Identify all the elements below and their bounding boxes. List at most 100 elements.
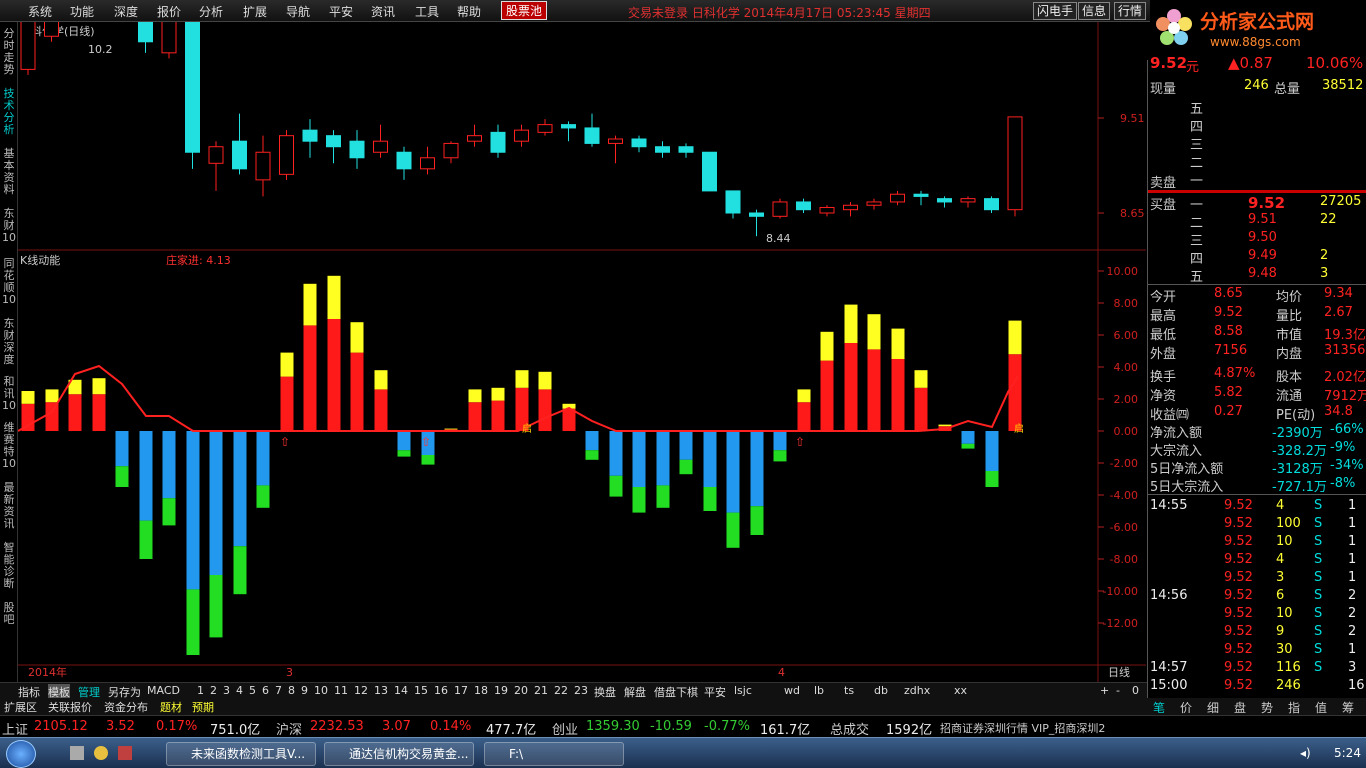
indicator-tab[interactable]: ts — [844, 684, 854, 697]
vol-total-label: 总量 — [1274, 82, 1301, 97]
ext-tab[interactable]: 题材 — [160, 699, 182, 715]
left-tab-4[interactable]: 同花顺10 — [1, 258, 17, 306]
menu-8[interactable]: 资讯 — [371, 3, 395, 20]
quote-unit: 元 — [1186, 60, 1200, 75]
zoom-button[interactable]: 0 — [1132, 684, 1139, 697]
start-button[interactable] — [6, 740, 36, 768]
menu-7[interactable]: 平安 — [329, 3, 353, 20]
indicator-tab[interactable]: 10 — [314, 684, 328, 697]
indicator-tab[interactable]: xx — [954, 684, 967, 697]
indicator-tab[interactable]: 11 — [334, 684, 348, 697]
top-button-2[interactable]: 行情 — [1114, 2, 1147, 20]
left-tab-0[interactable]: 分时走势 — [1, 28, 17, 76]
indicator-tab[interactable]: MACD — [147, 684, 180, 697]
menu-9[interactable]: 工具 — [415, 3, 439, 20]
left-tab-7[interactable]: 维赛特10 — [1, 422, 17, 470]
right-tab[interactable]: 势 — [1261, 699, 1273, 716]
left-tab-5[interactable]: 东财深度 — [1, 318, 17, 366]
indicator-tab[interactable]: lb — [814, 684, 824, 697]
momentum-bar — [186, 431, 200, 655]
menu-3[interactable]: 报价 — [157, 3, 181, 20]
left-tab-10[interactable]: 股吧 — [1, 602, 17, 626]
left-tab-1[interactable]: 技术分析 — [1, 88, 17, 136]
right-tab[interactable]: 盘 — [1234, 699, 1246, 716]
right-tab[interactable]: 值 — [1315, 699, 1327, 716]
momentum-bar — [468, 389, 482, 431]
indicator-tab[interactable]: 8 — [288, 684, 295, 697]
menu-5[interactable]: 扩展 — [243, 3, 267, 20]
zoom-button[interactable]: - — [1116, 684, 1120, 697]
menu-4[interactable]: 分析 — [199, 3, 223, 20]
momentum-bar — [139, 431, 153, 559]
indicator-tab[interactable]: lsjc — [734, 684, 752, 697]
left-tab-8[interactable]: 最新资讯 — [1, 482, 17, 530]
indicator-tab[interactable]: 1 — [197, 684, 204, 697]
taskbar-item[interactable]: F:\ — [484, 742, 624, 766]
indicator-tab[interactable]: 9 — [301, 684, 308, 697]
indicator-tab[interactable]: wd — [784, 684, 800, 697]
left-tab-9[interactable]: 智能诊断 — [1, 542, 17, 590]
indicator-tab[interactable]: 5 — [249, 684, 256, 697]
indicator-tab[interactable]: 2 — [210, 684, 217, 697]
browser-icon[interactable] — [94, 746, 108, 760]
indicator-tab[interactable]: zdhx — [904, 684, 930, 697]
menu-2[interactable]: 深度 — [114, 3, 138, 20]
tick-price: 9.52 — [1224, 552, 1253, 567]
indicator-tab[interactable]: 12 — [354, 684, 368, 697]
indicator-tab[interactable]: 15 — [414, 684, 428, 697]
top-button-1[interactable]: 信息 — [1078, 2, 1111, 20]
tick-count: 1 — [1348, 570, 1357, 585]
app-icon[interactable] — [118, 746, 132, 760]
indicator-tab[interactable]: 18 — [474, 684, 488, 697]
indicator-tab[interactable]: 7 — [275, 684, 282, 697]
right-tab[interactable]: 筹 — [1342, 699, 1354, 716]
right-tab[interactable]: 指 — [1288, 699, 1300, 716]
indicator-tab[interactable]: 20 — [514, 684, 528, 697]
show-desktop-icon[interactable] — [70, 746, 84, 760]
menu-1[interactable]: 功能 — [70, 3, 94, 20]
chart-area[interactable]: 日科化学(日线) 10.2 8.44 9.518.65 K线动能 庄家进: 4.… — [17, 0, 1146, 682]
tick-price: 9.52 — [1224, 570, 1253, 585]
momentum-bar — [985, 431, 999, 487]
ext-tab[interactable]: 资金分布 — [104, 699, 148, 715]
right-tab[interactable]: 价 — [1180, 699, 1192, 716]
taskbar-item[interactable]: 未来函数检测工具V... — [166, 742, 316, 766]
indicator-tab[interactable]: 4 — [236, 684, 243, 697]
indicator-tab[interactable]: 6 — [262, 684, 269, 697]
menu-6[interactable]: 导航 — [286, 3, 310, 20]
indicator-tab[interactable]: 13 — [374, 684, 388, 697]
tick-price: 9.52 — [1224, 606, 1253, 621]
menu-10[interactable]: 帮助 — [457, 3, 481, 20]
left-tab-3[interactable]: 东财10 — [1, 208, 17, 244]
indicator-tab[interactable]: 3 — [223, 684, 230, 697]
ext-tab[interactable]: 预期 — [192, 699, 214, 715]
indicator-tab[interactable]: 14 — [394, 684, 408, 697]
right-tab[interactable]: 笔 — [1153, 699, 1165, 716]
menu-stock-pool[interactable]: 股票池 — [501, 1, 548, 20]
flow-label: 大宗流入 — [1150, 444, 1203, 459]
ext-tab[interactable]: 关联报价 — [48, 699, 92, 715]
indicator-tab[interactable]: db — [874, 684, 888, 697]
ext-tab[interactable]: 扩展区 — [4, 699, 37, 715]
indicator-tab[interactable]: 17 — [454, 684, 468, 697]
indicator-tab[interactable]: 22 — [554, 684, 568, 697]
momentum-bar — [703, 431, 717, 511]
left-tab-2[interactable]: 基本资料 — [1, 148, 17, 196]
tick-count: 2 — [1348, 624, 1357, 639]
indicator-tab[interactable]: 19 — [494, 684, 508, 697]
flow-value: -328.2万 — [1272, 444, 1327, 459]
momentum-bar — [303, 283, 317, 431]
indicator-tab[interactable]: 21 — [534, 684, 548, 697]
stat-value: 31356 — [1324, 343, 1366, 358]
zoom-button[interactable]: + — [1100, 684, 1109, 697]
top-button-0[interactable]: 闪电手 — [1033, 2, 1078, 20]
index-amount: 477.7亿 — [486, 723, 537, 738]
taskbar-item[interactable]: 通达信机构交易黄金... — [324, 742, 474, 766]
speaker-icon[interactable]: ◂) — [1300, 746, 1311, 760]
right-tab[interactable]: 细 — [1207, 699, 1219, 716]
indicator-tab[interactable]: 16 — [434, 684, 448, 697]
left-tab-6[interactable]: 和讯10 — [1, 376, 17, 412]
indicator-tab[interactable]: 23 — [574, 684, 588, 697]
menu-0[interactable]: 系统 — [28, 3, 52, 20]
y-tick: 10.00 — [1107, 265, 1139, 278]
